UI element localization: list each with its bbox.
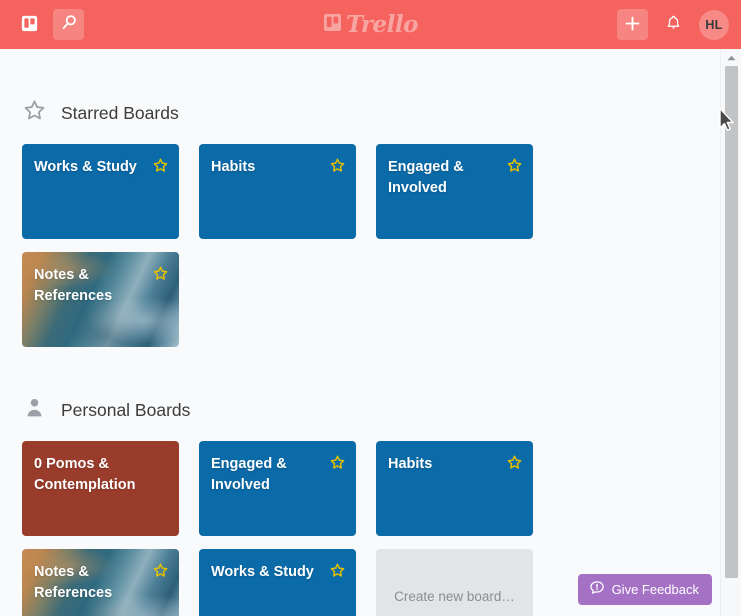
- create-new-board-label: Create new board…: [394, 589, 515, 604]
- star-icon[interactable]: [152, 265, 169, 282]
- notifications-button[interactable]: [658, 9, 689, 40]
- section-title-starred: Starred Boards: [61, 102, 179, 123]
- search-button[interactable]: [53, 9, 84, 40]
- give-feedback-button[interactable]: Give Feedback: [577, 574, 712, 605]
- board-title: Engaged & Involved: [211, 456, 287, 493]
- board-tile[interactable]: 0 Pomos & Contemplation: [22, 441, 179, 536]
- star-icon[interactable]: [329, 157, 346, 174]
- board-title: Habits: [388, 456, 433, 472]
- scrollbar-thumb[interactable]: [725, 66, 738, 578]
- board-title: Habits: [211, 159, 256, 175]
- header-left-group: [0, 9, 84, 40]
- board-tile[interactable]: Works & Study: [22, 144, 179, 239]
- board-title: Works & Study: [211, 564, 314, 580]
- board-tile[interactable]: Works & Study: [199, 549, 356, 616]
- bell-icon: [665, 14, 682, 35]
- header-right-group: HL: [617, 0, 729, 49]
- chevron-up-icon: [726, 49, 737, 67]
- board-tile[interactable]: Habits: [199, 144, 356, 239]
- board-title: Notes & References: [34, 267, 113, 304]
- top-header-bar: Trello HL: [0, 0, 741, 49]
- plus-icon: [624, 15, 641, 35]
- add-button[interactable]: [617, 9, 648, 40]
- scroll-up-button[interactable]: [721, 49, 741, 66]
- avatar[interactable]: HL: [699, 9, 729, 40]
- section-title-personal: Personal Boards: [61, 399, 191, 420]
- star-icon[interactable]: [152, 562, 169, 579]
- search-icon: [60, 14, 78, 35]
- board-title: Engaged & Involved: [388, 159, 464, 196]
- board-tile[interactable]: Engaged & Involved: [376, 144, 533, 239]
- section-header-personal: Personal Boards: [22, 393, 698, 427]
- give-feedback-label: Give Feedback: [611, 582, 699, 597]
- trello-logo-text: Trello: [345, 11, 419, 38]
- person-icon: [22, 395, 47, 425]
- board-tile[interactable]: Habits: [376, 441, 533, 536]
- board-tile[interactable]: Engaged & Involved: [199, 441, 356, 536]
- star-icon[interactable]: [329, 454, 346, 471]
- feedback-bubble-icon: [589, 580, 605, 599]
- star-icon[interactable]: [506, 157, 523, 174]
- trello-logo-mark: [323, 13, 342, 37]
- create-new-board-tile[interactable]: Create new board…: [376, 549, 533, 616]
- star-outline-icon: [22, 98, 47, 128]
- boards-menu-button[interactable]: [14, 9, 45, 40]
- star-icon[interactable]: [152, 157, 169, 174]
- vertical-scrollbar[interactable]: [720, 49, 741, 616]
- star-icon[interactable]: [329, 562, 346, 579]
- boards-page: Starred Boards Works & Study Habits Enga…: [0, 49, 720, 616]
- board-title: 0 Pomos & Contemplation: [34, 456, 136, 493]
- board-grid-starred: Works & Study Habits Engaged & Involved: [22, 144, 698, 347]
- trello-board-icon: [21, 15, 38, 35]
- board-title: Notes & References: [34, 564, 113, 601]
- board-tile[interactable]: Notes & References: [22, 252, 179, 347]
- boards-content: Starred Boards Works & Study Habits Enga…: [0, 96, 720, 616]
- board-title: Works & Study: [34, 159, 137, 175]
- section-header-starred: Starred Boards: [22, 96, 698, 130]
- star-icon[interactable]: [506, 454, 523, 471]
- board-tile[interactable]: Notes & References: [22, 549, 179, 616]
